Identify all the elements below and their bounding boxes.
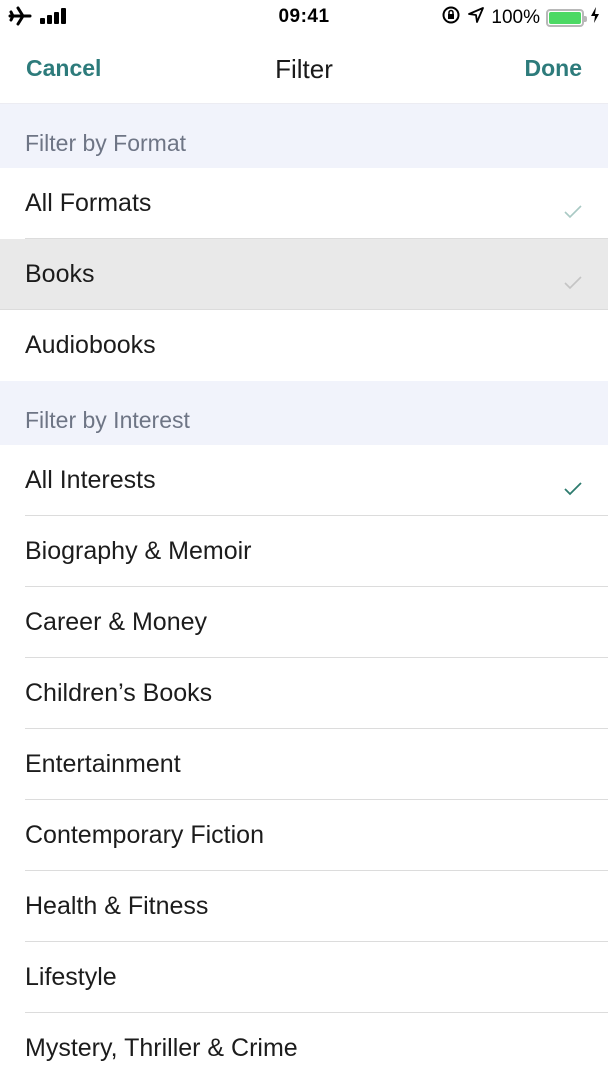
option-label: All Formats [25,189,152,217]
format-option-all-formats[interactable]: All Formats [0,168,608,239]
checkmark-icon [564,474,582,495]
interest-option-entertainment[interactable]: Entertainment [0,729,608,800]
option-label: Biography & Memoir [25,537,252,565]
status-right: 100% [441,5,600,31]
checkmark-icon [564,268,582,289]
interest-option-childrens-books[interactable]: Children’s Books [0,658,608,729]
option-label: Health & Fitness [25,892,209,920]
interest-option-mystery-thriller-crime[interactable]: Mystery, Thriller & Crime [0,1013,608,1080]
format-option-audiobooks[interactable]: Audiobooks [0,310,608,381]
option-label: Books [25,260,95,288]
status-bar: 09:41 100% [0,0,608,34]
battery-percent: 100% [491,7,540,28]
option-label: Entertainment [25,750,181,778]
option-label: Lifestyle [25,963,117,991]
checkmark-icon [564,197,582,218]
interest-option-health-fitness[interactable]: Health & Fitness [0,871,608,942]
navigation-bar: Cancel Filter Done [0,34,608,104]
interest-option-career-money[interactable]: Career & Money [0,587,608,658]
option-label: Audiobooks [25,331,156,359]
interest-option-lifestyle[interactable]: Lifestyle [0,942,608,1013]
option-label: Contemporary Fiction [25,821,264,849]
format-option-books[interactable]: Books [0,239,608,310]
interest-option-all-interests[interactable]: All Interests [0,445,608,516]
interest-option-contemporary-fiction[interactable]: Contemporary Fiction [0,800,608,871]
charging-icon [590,6,600,30]
filter-list: Filter by Format All Formats Books Audio… [0,104,608,1080]
option-label: Children’s Books [25,679,213,707]
option-label: Mystery, Thriller & Crime [25,1034,298,1062]
location-icon [467,6,485,30]
option-label: Career & Money [25,608,208,636]
option-label: All Interests [25,466,156,494]
page-title: Filter [275,54,333,84]
done-button[interactable]: Done [525,55,583,82]
interest-option-biography-memoir[interactable]: Biography & Memoir [0,516,608,587]
battery-icon [546,9,587,27]
battery-fill [549,12,581,24]
orientation-lock-icon [441,5,461,31]
battery-tip [584,16,587,22]
section-header-interest: Filter by Interest [0,381,608,445]
section-header-format: Filter by Format [0,104,608,168]
